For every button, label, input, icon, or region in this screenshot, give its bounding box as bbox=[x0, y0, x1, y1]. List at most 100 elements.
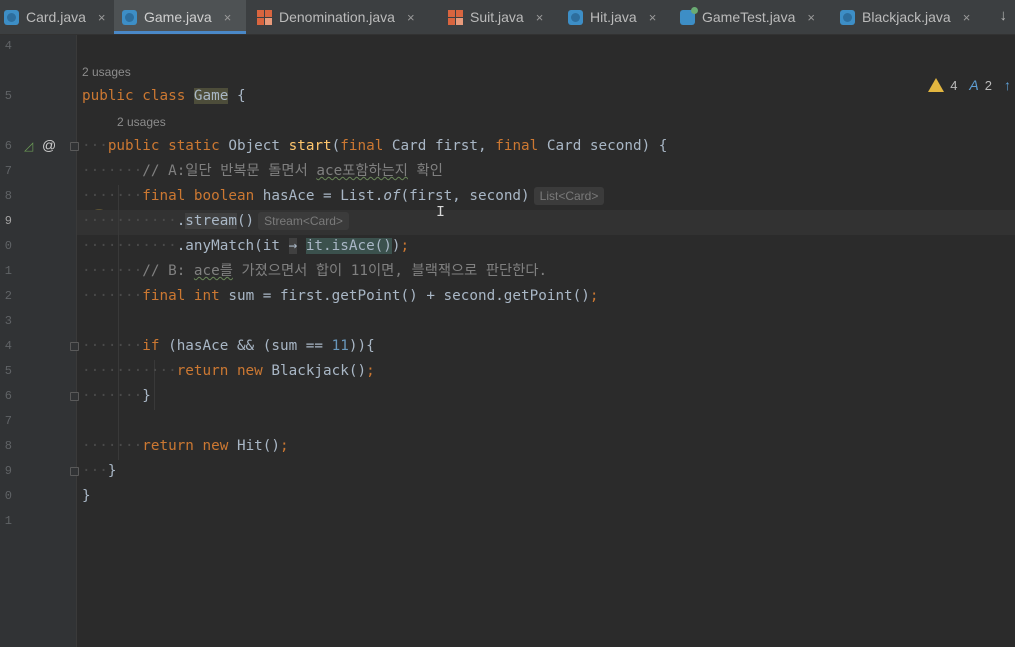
close-icon[interactable]: × bbox=[98, 10, 106, 25]
tab-suit-java[interactable]: Suit.java × bbox=[448, 0, 556, 34]
code-line-current: ···········.stream() Stream<Card> bbox=[82, 209, 349, 234]
code-line: } bbox=[82, 484, 91, 509]
editor-gutter: 4 5 6 7 8 9 0 1 2 3 4 5 6 7 8 9 0 1 ◿ @ bbox=[0, 35, 79, 647]
code-text: .anyMatch(it bbox=[176, 238, 289, 254]
tab-card-java[interactable]: Card.java × bbox=[4, 0, 112, 34]
code-text: } bbox=[142, 388, 151, 404]
java-test-class-icon bbox=[680, 6, 698, 25]
line-number: 1 bbox=[4, 264, 12, 278]
close-icon[interactable]: × bbox=[407, 10, 415, 25]
usages-hint[interactable]: 2 usages bbox=[82, 65, 131, 79]
usages-hint[interactable]: 2 usages bbox=[117, 115, 166, 129]
code-text: hasAce = List. bbox=[254, 188, 384, 204]
keyword: final bbox=[142, 288, 186, 304]
type-hint: Stream<Card> bbox=[258, 212, 349, 230]
code-text: sum = first.getPoint() + second.getPoint… bbox=[219, 288, 590, 304]
typo-count: 2 bbox=[984, 77, 992, 93]
code-text: Object bbox=[219, 138, 289, 154]
semicolon: ; bbox=[280, 438, 289, 454]
tab-label: Game.java bbox=[144, 9, 212, 25]
typo-icon: A bbox=[969, 77, 979, 93]
semicolon: ; bbox=[366, 363, 375, 379]
keyword: public bbox=[82, 88, 134, 104]
code-text: ( bbox=[331, 138, 341, 154]
keyword: final bbox=[142, 188, 186, 204]
method-call: stream bbox=[185, 213, 237, 229]
line-number: 5 bbox=[4, 364, 12, 378]
line-number-current: 9 bbox=[4, 214, 12, 228]
tab-denomination-java[interactable]: Denomination.java × bbox=[257, 0, 437, 34]
comment: // B: bbox=[142, 263, 194, 279]
keyword: int bbox=[185, 288, 220, 304]
close-icon[interactable]: × bbox=[649, 10, 657, 25]
close-icon[interactable]: × bbox=[536, 10, 544, 25]
code-editor[interactable]: 2 usages public class Game { 2 usages ··… bbox=[77, 35, 1015, 647]
keyword: static bbox=[168, 138, 220, 154]
comment: 확인 bbox=[407, 163, 443, 179]
method-name: start bbox=[288, 138, 332, 154]
keyword: return bbox=[142, 438, 194, 454]
implements-method-icon[interactable]: ◿ bbox=[24, 139, 33, 153]
code-line: ·······if (hasAce && (sum == 11)){ bbox=[82, 338, 375, 354]
keyword: final bbox=[340, 138, 384, 154]
comment-typo: ace포함하는지 bbox=[316, 163, 408, 179]
java-class-icon bbox=[840, 9, 855, 25]
tab-label: Hit.java bbox=[590, 9, 637, 25]
code-text: () bbox=[236, 213, 255, 229]
code-line: ·······// B: ace를 가졌으면서 합이 11이면, 블랙잭으로 판… bbox=[82, 263, 548, 279]
enum-icon bbox=[257, 9, 272, 25]
line-number: 9 bbox=[4, 464, 12, 478]
keyword: boolean bbox=[185, 188, 255, 204]
java-class-icon bbox=[122, 9, 137, 25]
close-icon[interactable]: × bbox=[224, 10, 232, 25]
inspection-widget[interactable]: 4 A 2 ↑ bbox=[928, 77, 1011, 93]
tab-blackjack-java[interactable]: Blackjack.java × bbox=[840, 0, 990, 34]
semicolon: ; bbox=[400, 238, 410, 254]
code-text: Card first, bbox=[383, 138, 496, 154]
semicolon: ; bbox=[589, 288, 599, 304]
tab-game-java[interactable]: Game.java × bbox=[114, 0, 246, 34]
line-number: 6 bbox=[4, 139, 12, 153]
java-class-icon bbox=[568, 9, 583, 25]
keyword: class bbox=[142, 88, 186, 104]
tabs-dropdown-icon[interactable]: ↓ bbox=[1000, 7, 1008, 24]
code-line: ···········return new Blackjack(); bbox=[82, 363, 375, 379]
close-icon[interactable]: × bbox=[963, 10, 971, 25]
close-icon[interactable]: × bbox=[807, 10, 815, 25]
keyword: return bbox=[176, 363, 229, 379]
code-text: Card second) { bbox=[538, 138, 668, 154]
keyword: final bbox=[495, 138, 539, 154]
line-number: 6 bbox=[4, 389, 12, 403]
code-text: (hasAce && (sum == bbox=[159, 338, 332, 354]
code-text: ) bbox=[391, 238, 401, 254]
comment: // A:일단 반복문 돌면서 bbox=[142, 163, 317, 179]
warning-count: 4 bbox=[950, 77, 958, 93]
line-number: 3 bbox=[4, 314, 12, 328]
tab-label: Card.java bbox=[26, 9, 86, 25]
code-text: )){ bbox=[348, 338, 375, 354]
java-class-icon bbox=[4, 9, 19, 25]
number-literal: 11 bbox=[331, 338, 349, 354]
line-number: 1 bbox=[4, 514, 12, 528]
code-text: (first, second) bbox=[400, 188, 530, 204]
previous-highlight-arrow-icon[interactable]: ↑ bbox=[1004, 77, 1011, 93]
tab-label: Blackjack.java bbox=[862, 9, 951, 25]
code-line: ·······} bbox=[82, 388, 151, 404]
keyword: if bbox=[142, 338, 160, 354]
keyword: new bbox=[228, 363, 263, 379]
code-text: } bbox=[107, 463, 117, 479]
tab-label: Suit.java bbox=[470, 9, 524, 25]
tab-hit-java[interactable]: Hit.java × bbox=[568, 0, 668, 34]
annotation-icon[interactable]: @ bbox=[42, 137, 56, 153]
tab-gametest-java[interactable]: GameTest.java × bbox=[680, 0, 828, 34]
code-line: ·······final int sum = first.getPoint() … bbox=[82, 288, 599, 304]
code-text: { bbox=[228, 88, 246, 104]
tab-label: Denomination.java bbox=[279, 9, 395, 25]
keyword: new bbox=[193, 438, 229, 454]
line-number: 8 bbox=[4, 189, 12, 203]
code-line: ···} bbox=[82, 463, 117, 479]
code-line: ···public static Object start(final Card… bbox=[82, 138, 668, 154]
code-line: ···········.anyMatch(it → it.isAce()); bbox=[82, 238, 410, 254]
code-line: ·······// A:일단 반복문 돌면서 ace포함하는지 확인 bbox=[82, 163, 443, 179]
